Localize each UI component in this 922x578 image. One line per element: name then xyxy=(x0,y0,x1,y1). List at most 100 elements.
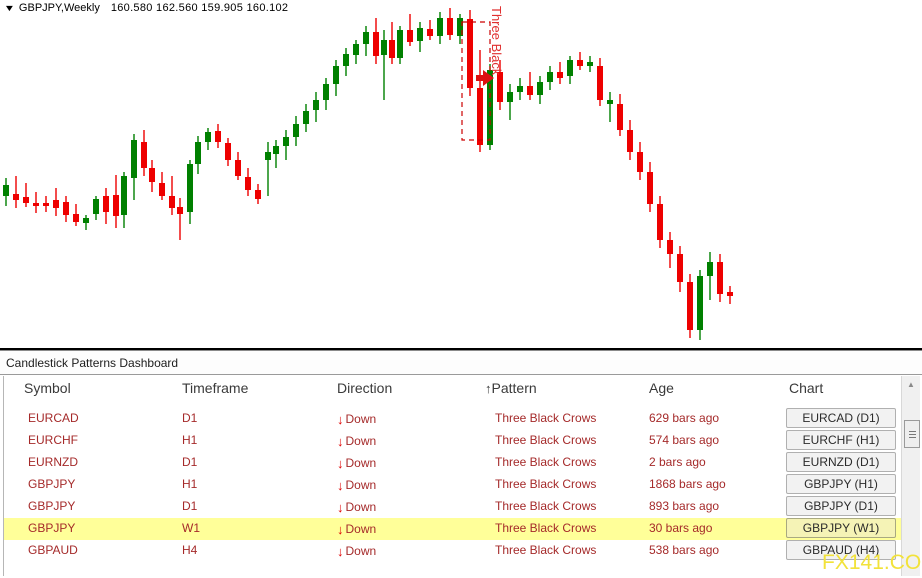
candle-body xyxy=(187,164,193,212)
cell-symbol: GBPAUD xyxy=(28,543,78,557)
cell-pattern: Three Black Crows xyxy=(495,477,596,491)
arrow-down-icon: ↓ xyxy=(337,478,344,493)
candle-body xyxy=(587,62,593,66)
candle-body xyxy=(195,142,201,164)
column-header-symbol[interactable]: Symbol xyxy=(24,380,71,396)
cell-pattern: Three Black Crows xyxy=(495,433,596,447)
candle-body xyxy=(557,72,563,78)
candle-body xyxy=(73,214,79,222)
table-row[interactable]: GBPJPYD1↓DownThree Black Crows893 bars a… xyxy=(4,496,901,518)
candle-body xyxy=(13,194,19,200)
table-row[interactable]: EURCADD1↓DownThree Black Crows629 bars a… xyxy=(4,408,901,430)
dashboard-titlebar: Candlestick Patterns Dashboard xyxy=(0,350,922,374)
pattern-annotation-label: Three Black xyxy=(489,6,504,76)
open-chart-button[interactable]: GBPJPY (W1) xyxy=(786,518,896,538)
cell-direction: ↓Down xyxy=(337,455,376,470)
table-row[interactable]: EURCHFH1↓DownThree Black Crows574 bars a… xyxy=(4,430,901,452)
candle-body xyxy=(637,152,643,172)
cell-direction-label: Down xyxy=(346,478,377,492)
open-chart-button[interactable]: GBPAUD (H4) xyxy=(786,540,896,560)
candle-body xyxy=(225,143,231,160)
candle-body xyxy=(177,207,183,214)
cell-symbol: GBPJPY xyxy=(28,477,75,491)
dashboard-scrollbar[interactable]: ▲ xyxy=(901,376,920,576)
arrow-down-icon: ↓ xyxy=(337,456,344,471)
cell-symbol: EURCAD xyxy=(28,411,79,425)
cell-age: 2 bars ago xyxy=(649,455,706,469)
cell-direction-label: Down xyxy=(346,544,377,558)
candle-body xyxy=(687,282,693,330)
candle-body xyxy=(113,195,119,216)
candle-body xyxy=(373,32,379,56)
cell-symbol: GBPJPY xyxy=(28,521,75,535)
candle-body xyxy=(235,160,241,176)
candle-body xyxy=(427,29,433,36)
cell-direction-label: Down xyxy=(346,522,377,536)
cell-direction-label: Down xyxy=(346,434,377,448)
open-chart-button[interactable]: EURCAD (D1) xyxy=(786,408,896,428)
scroll-up-arrow-icon[interactable]: ▲ xyxy=(902,376,920,393)
candle-body xyxy=(667,240,673,254)
candle-body xyxy=(477,88,483,145)
candle-body xyxy=(343,54,349,66)
column-header-pattern[interactable]: ↑Pattern xyxy=(485,380,537,396)
open-chart-button[interactable]: EURNZD (D1) xyxy=(786,452,896,472)
open-chart-button[interactable]: GBPJPY (H1) xyxy=(786,474,896,494)
candle-body xyxy=(527,86,533,95)
cell-direction-label: Down xyxy=(346,412,377,426)
candle-body xyxy=(149,168,155,182)
candlestick-dashboard-panel[interactable]: Candlestick Patterns Dashboard Symbol Tim… xyxy=(0,350,922,578)
column-header-chart[interactable]: Chart xyxy=(789,380,823,396)
candle-body xyxy=(407,30,413,42)
cell-direction: ↓Down xyxy=(337,499,376,514)
cell-direction-label: Down xyxy=(346,500,377,514)
candle-body xyxy=(617,104,623,130)
cell-symbol: GBPJPY xyxy=(28,499,75,513)
candle-body xyxy=(537,82,543,95)
table-row[interactable]: GBPAUDH4↓DownThree Black Crows538 bars a… xyxy=(4,540,901,562)
cell-pattern: Three Black Crows xyxy=(495,499,596,513)
candle-body xyxy=(53,200,59,208)
candle-body xyxy=(657,204,663,240)
arrow-down-icon: ↓ xyxy=(337,434,344,449)
candle-body xyxy=(43,203,49,206)
arrow-down-icon: ↓ xyxy=(337,500,344,515)
candle-body xyxy=(389,40,395,58)
column-header-pattern-label: Pattern xyxy=(492,380,537,396)
candle-body xyxy=(417,28,423,41)
candle-body xyxy=(607,100,613,104)
open-chart-button[interactable]: EURCHF (H1) xyxy=(786,430,896,450)
candle-body xyxy=(265,152,271,160)
candle-body xyxy=(647,172,653,204)
column-header-timeframe[interactable]: Timeframe xyxy=(182,380,248,396)
cell-timeframe: W1 xyxy=(182,521,200,535)
scroll-thumb-grip xyxy=(909,431,916,438)
candle-body xyxy=(497,72,503,102)
column-header-age[interactable]: Age xyxy=(649,380,674,396)
candle-body xyxy=(467,19,473,88)
cell-pattern: Three Black Crows xyxy=(495,455,596,469)
table-row[interactable]: EURNZDD1↓DownThree Black Crows2 bars ago… xyxy=(4,452,901,474)
candle-body xyxy=(205,132,211,142)
cell-timeframe: H4 xyxy=(182,543,197,557)
cell-pattern: Three Black Crows xyxy=(495,411,596,425)
open-chart-button[interactable]: GBPJPY (D1) xyxy=(786,496,896,516)
candle-body xyxy=(313,100,319,110)
candle-body xyxy=(93,199,99,214)
table-row[interactable]: GBPJPY H1 ↓Down Three Black Crows 1868 bars … xyxy=(4,474,901,496)
candle-body xyxy=(169,196,175,208)
cell-timeframe: D1 xyxy=(182,499,197,513)
candle-body xyxy=(23,197,29,203)
price-chart-panel[interactable]: ▼ GBPJPY,Weekly 160.580 162.560 159.905 … xyxy=(0,0,922,350)
table-row[interactable]: GBPJPYW1↓DownThree Black Crows30 bars ag… xyxy=(4,518,901,540)
cell-age: 574 bars ago xyxy=(649,433,719,447)
cell-timeframe: H1 xyxy=(182,477,197,491)
cell-age: 1868 bars ago xyxy=(649,477,726,491)
candle-body xyxy=(363,32,369,44)
cell-pattern: Three Black Crows xyxy=(495,543,596,557)
scrollbar-thumb[interactable] xyxy=(904,420,920,448)
column-header-symbol-label: Symbol xyxy=(24,380,71,396)
candle-body xyxy=(3,185,9,196)
column-header-direction[interactable]: Direction xyxy=(337,380,392,396)
arrow-down-icon: ↓ xyxy=(337,412,344,427)
